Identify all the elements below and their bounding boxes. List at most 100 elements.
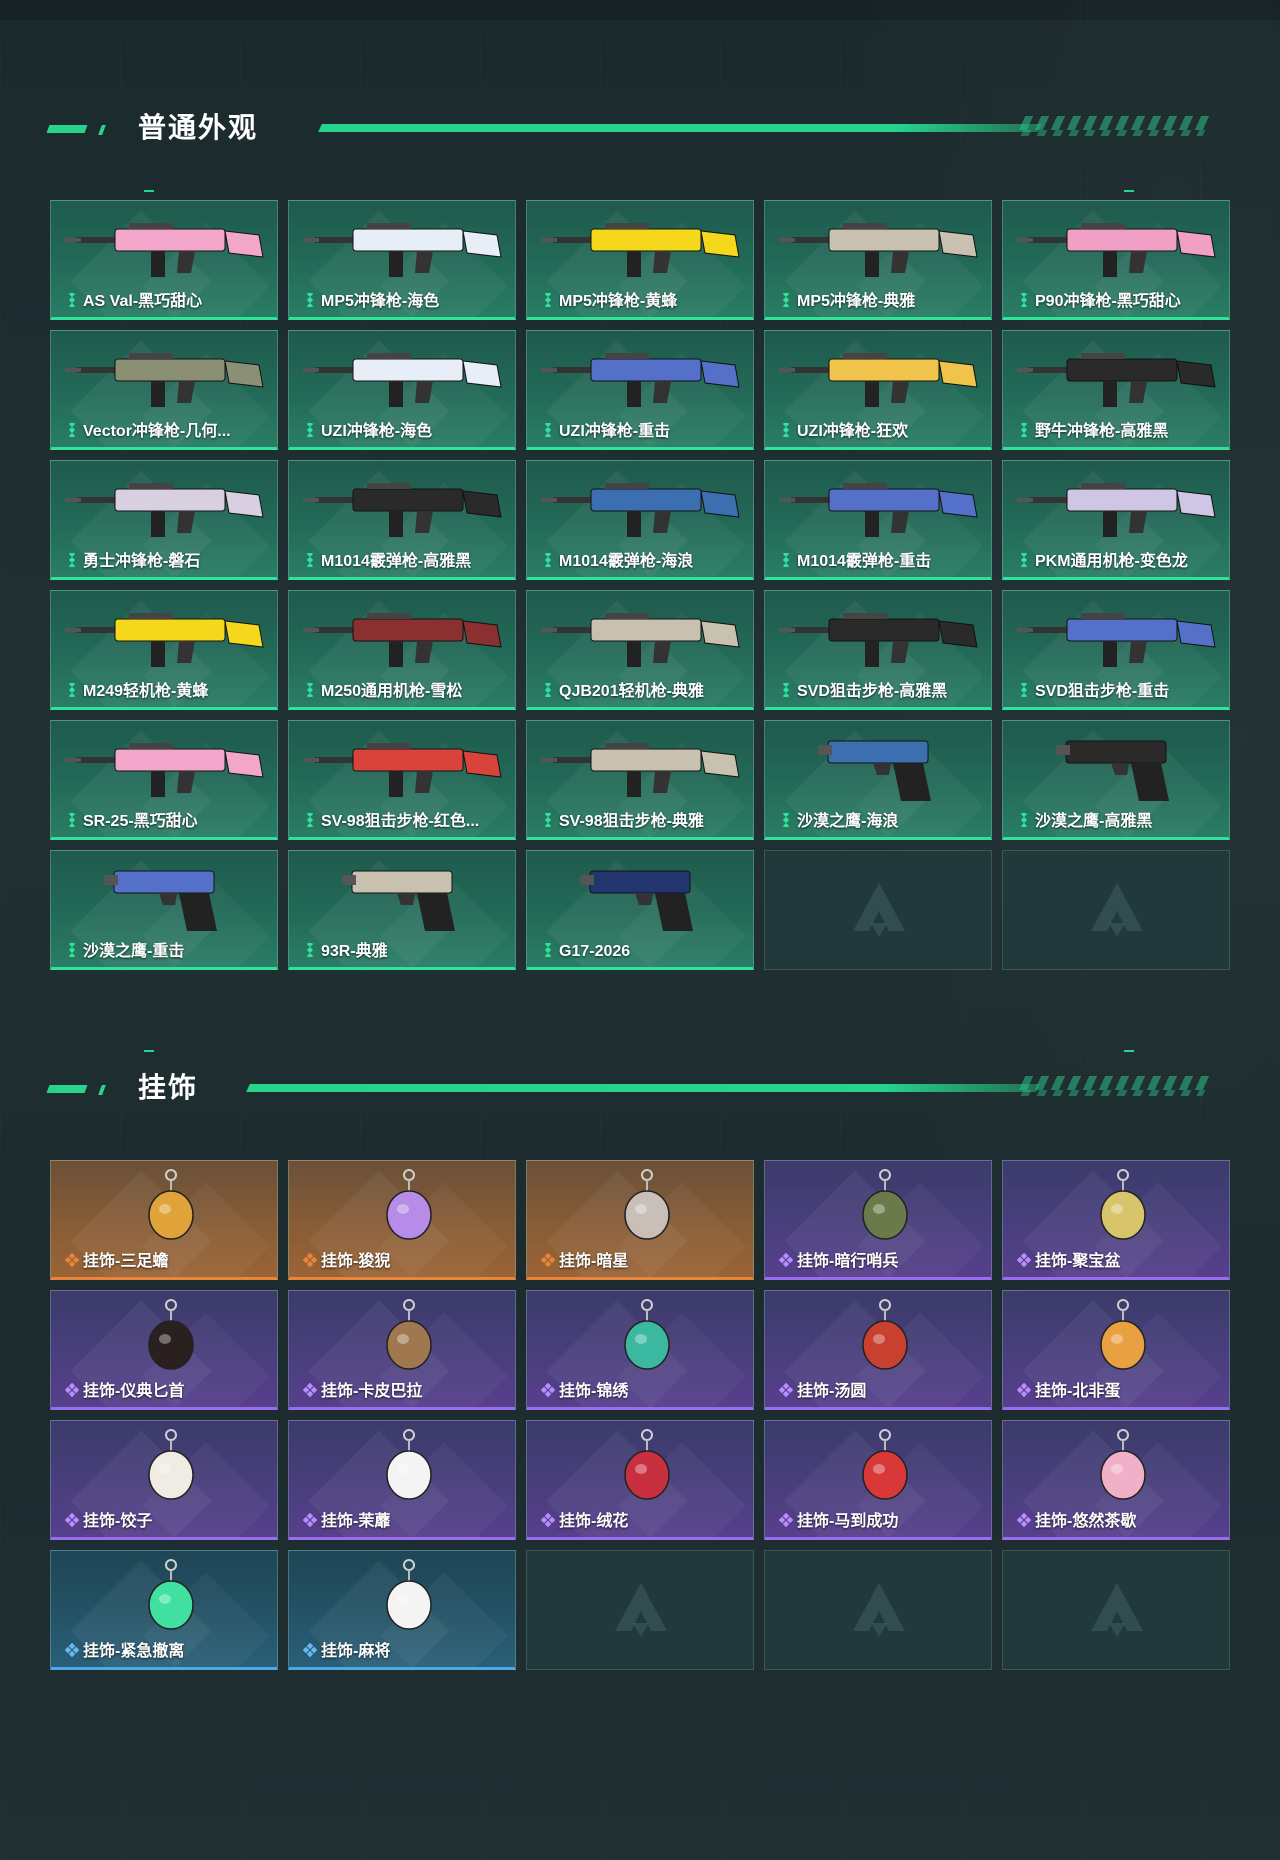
capybara-charm-icon xyxy=(386,1299,432,1370)
item-label: 野牛冲锋枪-高雅黑 xyxy=(1035,423,1169,440)
skin-card[interactable]: MP5冲锋枪-黄蜂 xyxy=(526,200,754,320)
skin-card[interactable]: M249轻机枪-黄蜂 xyxy=(50,590,278,710)
skin-card[interactable]: SVD狙击步枪-重击 xyxy=(1002,590,1230,710)
skin-card[interactable]: UZI冲锋枪-狂欢 xyxy=(764,330,992,450)
charm-card[interactable]: 挂饰-三足蟾 xyxy=(50,1160,278,1280)
item-label: 挂饰-马到成功 xyxy=(797,1513,899,1530)
skin-card[interactable]: 沙漠之鹰-海浪 xyxy=(764,720,992,840)
charm-card[interactable]: 挂饰-暗星 xyxy=(526,1160,754,1280)
rarity-diamond-icon xyxy=(1020,813,1028,827)
item-label: MP5冲锋枪-海色 xyxy=(321,293,440,310)
skin-card[interactable]: MP5冲锋枪-典雅 xyxy=(764,200,992,320)
skin-card[interactable]: SR-25-黑巧甜心 xyxy=(50,720,278,840)
corner-tick xyxy=(144,1050,154,1052)
header-accent-slash xyxy=(98,125,106,135)
treasure-bowl-charm-icon xyxy=(1100,1169,1146,1240)
rarity-diamond-icon xyxy=(1017,1513,1031,1527)
dumpling-plate-charm-icon xyxy=(148,1429,194,1500)
yellow-smg-icon xyxy=(541,223,740,277)
header-line xyxy=(246,1084,1040,1092)
item-label: SV-98狙击步枪-红色... xyxy=(321,813,480,830)
skin-card[interactable]: P90冲锋枪-黑巧甜心 xyxy=(1002,200,1230,320)
charm-card[interactable]: 挂饰-锦绣 xyxy=(526,1290,754,1410)
charm-card[interactable]: 挂饰-仪典匕首 xyxy=(50,1290,278,1410)
skin-card[interactable]: M1014霰弹枪-高雅黑 xyxy=(288,460,516,580)
skin-card[interactable]: Vector冲锋枪-几何... xyxy=(50,330,278,450)
rarity-diamond-icon xyxy=(68,813,76,827)
item-label: 挂饰-仪典匕首 xyxy=(83,1383,185,1400)
charm-card[interactable]: 挂饰-聚宝盆 xyxy=(1002,1160,1230,1280)
header-accent-bar xyxy=(46,125,88,133)
item-label: SV-98狙击步枪-典雅 xyxy=(559,813,704,830)
item-label: 沙漠之鹰-重击 xyxy=(83,943,185,960)
charms-grid: 挂饰-三足蟾 挂饰-狻猊 挂饰-暗星 挂饰-暗行哨兵 挂饰-聚宝盆挂饰-仪典匕首 挂饰-卡… xyxy=(50,1160,1230,1670)
skin-card[interactable]: 93R-典雅 xyxy=(288,850,516,970)
skin-card[interactable]: 沙漠之鹰-重击 xyxy=(50,850,278,970)
rarity-diamond-icon xyxy=(306,293,314,307)
item-label: 勇士冲锋枪-磐石 xyxy=(83,553,201,570)
skin-card[interactable]: SV-98狙击步枪-红色... xyxy=(288,720,516,840)
charm-card[interactable]: 挂饰-麻将 xyxy=(288,1550,516,1670)
skin-card[interactable]: UZI冲锋枪-重击 xyxy=(526,330,754,450)
rarity-diamond-icon xyxy=(303,1513,317,1527)
skin-card[interactable]: AS Val-黑巧甜心 xyxy=(50,200,278,320)
rarity-diamond-icon xyxy=(544,943,552,957)
header-line xyxy=(318,124,1042,132)
charm-card[interactable]: 挂饰-马到成功 xyxy=(764,1420,992,1540)
flower-charm-icon xyxy=(386,1429,432,1500)
camo-vector-icon xyxy=(65,353,264,407)
header-accent-slash xyxy=(98,1085,106,1095)
skin-card[interactable]: UZI冲锋枪-海色 xyxy=(288,330,516,450)
rarity-diamond-icon xyxy=(779,1383,793,1397)
charm-card[interactable]: 挂饰-绒花 xyxy=(526,1420,754,1540)
item-label: 挂饰-汤圆 xyxy=(797,1383,867,1400)
charm-card[interactable]: 挂饰-狻猊 xyxy=(288,1160,516,1280)
skin-card[interactable]: G17-2026 xyxy=(526,850,754,970)
charm-card[interactable]: 挂饰-汤圆 xyxy=(764,1290,992,1410)
dagger-charm-icon xyxy=(148,1299,194,1370)
skin-card[interactable]: M250通用机枪-雪松 xyxy=(288,590,516,710)
skin-card[interactable]: 勇士冲锋枪-磐石 xyxy=(50,460,278,580)
charm-card[interactable]: 挂饰-紧急撤离 xyxy=(50,1550,278,1670)
charm-card[interactable]: 挂饰-卡皮巴拉 xyxy=(288,1290,516,1410)
wave-pistol-icon xyxy=(818,740,931,801)
item-label: 挂饰-饺子 xyxy=(83,1513,153,1530)
charm-card[interactable]: 挂饰-暗行哨兵 xyxy=(764,1160,992,1280)
skin-card[interactable]: PKM通用机枪-变色龙 xyxy=(1002,460,1230,580)
skin-card[interactable]: MP5冲锋枪-海色 xyxy=(288,200,516,320)
item-label: M1014霰弹枪-海浪 xyxy=(559,553,694,570)
item-label: 挂饰-卡皮巴拉 xyxy=(321,1383,423,1400)
rarity-diamond-icon xyxy=(303,1643,317,1657)
item-label: UZI冲锋枪-重击 xyxy=(559,423,671,440)
rarity-diamond-icon xyxy=(1020,683,1028,697)
item-label: 挂饰-暗星 xyxy=(559,1253,629,1270)
item-label: MP5冲锋枪-黄蜂 xyxy=(559,293,678,310)
charm-card[interactable]: 挂饰-饺子 xyxy=(50,1420,278,1540)
charm-card[interactable]: 挂饰-北非蛋 xyxy=(1002,1290,1230,1410)
item-label: SR-25-黑巧甜心 xyxy=(83,813,198,830)
skin-card[interactable]: 沙漠之鹰-高雅黑 xyxy=(1002,720,1230,840)
rarity-diamond-icon xyxy=(306,813,314,827)
skin-card[interactable]: M1014霰弹枪-海浪 xyxy=(526,460,754,580)
item-label: PKM通用机枪-变色龙 xyxy=(1035,553,1188,570)
shakshuka-charm-icon xyxy=(1100,1299,1146,1370)
game-logo-icon xyxy=(1091,1583,1143,1637)
header-checker-pattern xyxy=(1018,1076,1216,1090)
rarity-diamond-icon xyxy=(1017,1253,1031,1267)
charm-card[interactable]: 挂饰-茉蘼 xyxy=(288,1420,516,1540)
charm-card[interactable]: 挂饰-悠然茶歇 xyxy=(1002,1420,1230,1540)
tan-pistol-icon xyxy=(342,870,455,931)
rarity-diamond-icon xyxy=(306,553,314,567)
item-label: UZI冲锋枪-海色 xyxy=(321,423,433,440)
header-accent-bar xyxy=(46,1085,88,1093)
skin-card[interactable]: QJB201轻机枪-典雅 xyxy=(526,590,754,710)
item-label: 挂饰-暗行哨兵 xyxy=(797,1253,899,1270)
skin-card[interactable]: M1014霰弹枪-重击 xyxy=(764,460,992,580)
skin-card[interactable]: SV-98狙击步枪-典雅 xyxy=(526,720,754,840)
charms-section-header: 挂饰 xyxy=(46,1068,1232,1108)
item-label: 挂饰-北非蛋 xyxy=(1035,1383,1121,1400)
skin-card[interactable]: 野牛冲锋枪-高雅黑 xyxy=(1002,330,1230,450)
skin-card[interactable]: SVD狙击步枪-高雅黑 xyxy=(764,590,992,710)
rarity-diamond-icon xyxy=(68,553,76,567)
black-svd-icon xyxy=(779,613,978,667)
